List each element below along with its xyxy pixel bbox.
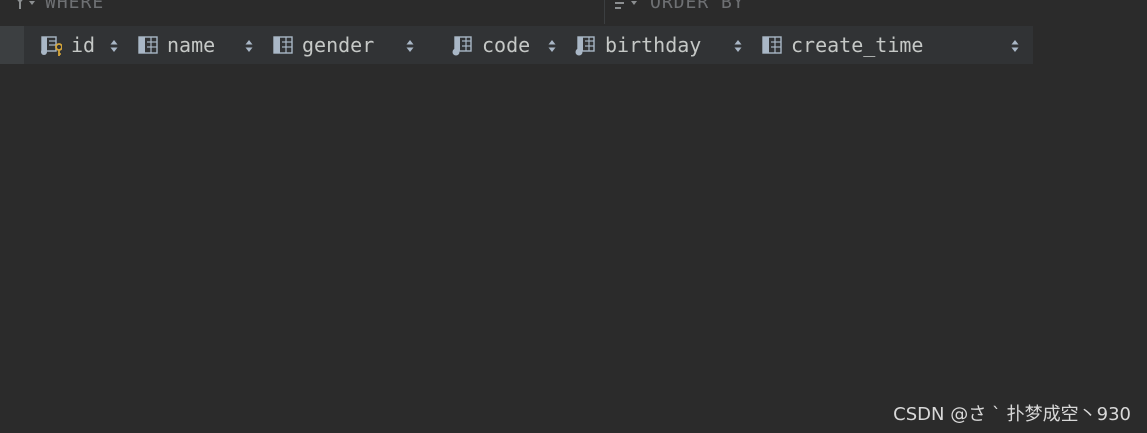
- column-header-create-time[interactable]: create_time: [761, 26, 1031, 64]
- grid-body[interactable]: [0, 64, 1147, 433]
- filter-funnel-icon: [17, 0, 35, 9]
- column-label: gender: [302, 33, 375, 57]
- where-label: WHERE: [45, 0, 105, 13]
- order-by-label: ORDER BY: [650, 0, 745, 13]
- table-column-icon: [138, 36, 158, 54]
- column-label: code: [482, 33, 531, 57]
- column-header-id[interactable]: id: [40, 26, 126, 64]
- sort-toggle-icon[interactable]: [405, 39, 415, 53]
- sort-toggle-icon[interactable]: [1010, 39, 1020, 53]
- sort-toggle-icon[interactable]: [109, 39, 119, 53]
- column-label: id: [71, 33, 96, 57]
- column-header-name[interactable]: name: [137, 26, 259, 64]
- sort-lines-icon: [615, 1, 637, 9]
- column-label: name: [167, 33, 216, 57]
- column-header-birthday[interactable]: birthday: [574, 26, 748, 64]
- column-label: birthday: [605, 33, 702, 57]
- column-header-code[interactable]: code: [451, 26, 561, 64]
- sort-toggle-icon[interactable]: [547, 39, 557, 53]
- column-header-gender[interactable]: gender: [272, 26, 418, 64]
- sort-toggle-icon[interactable]: [733, 39, 743, 53]
- order-by-filter[interactable]: ORDER BY: [605, 0, 1147, 24]
- primary-key-column-icon: [41, 36, 62, 56]
- sort-toggle-icon[interactable]: [244, 39, 254, 53]
- table-column-icon: [273, 36, 293, 54]
- row-number-gutter[interactable]: [0, 26, 24, 64]
- indexed-column-icon: [575, 36, 595, 56]
- watermark-text: CSDN @さ ` 扑梦成空丶930: [893, 404, 1131, 425]
- table-column-icon: [762, 36, 782, 54]
- indexed-column-icon: [452, 36, 472, 56]
- column-label: create_time: [791, 33, 924, 57]
- filter-bar: WHERE ORDER BY: [0, 0, 1147, 24]
- where-filter[interactable]: WHERE: [0, 0, 605, 24]
